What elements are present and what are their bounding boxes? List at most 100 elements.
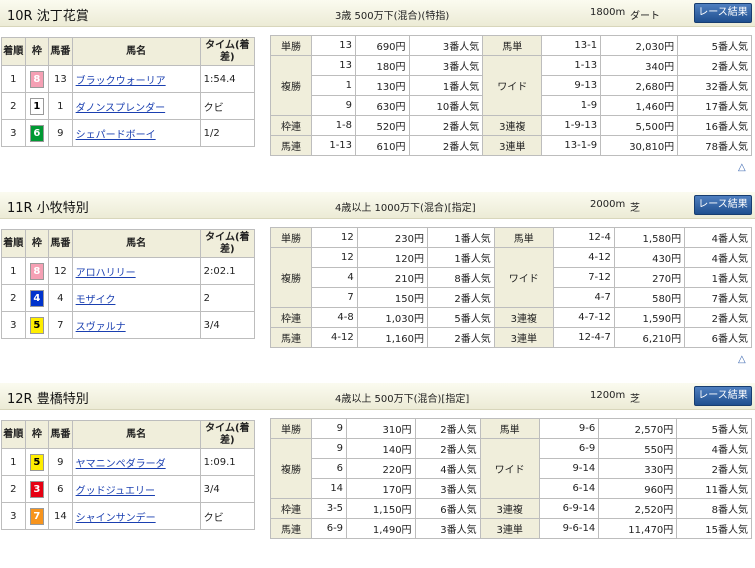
payout-label-sanrentan: 3連単 [479, 518, 540, 539]
bet-combination: 3-5 [310, 498, 348, 519]
bet-combination: 4 [311, 267, 358, 288]
waku-badge: 3 [29, 480, 44, 498]
popularity: 4番人気 [414, 458, 481, 479]
payout-amount: 2,030円 [600, 35, 679, 56]
table-row: 馬連 6-9 1,490円 3番人気 3連単 9-6-14 11,470円 15番人気 [270, 518, 752, 539]
race-section: 11R 小牧特別 4歳以上 1000万下(混合)[指定] 2000m 芝 レース結果 着順… [0, 192, 755, 377]
horse-name-link[interactable]: シェパードボーイ [76, 130, 156, 141]
table-row: 単勝 13 690円 3番人気 馬単 13-1 2,030円 5番人気 [270, 35, 752, 56]
popularity: 2番人気 [414, 418, 481, 439]
payout-amount: 610円 [355, 135, 410, 156]
popularity: 8番人気 [427, 267, 495, 288]
race-title: 12R 豊橋特別 [7, 392, 89, 407]
table-row: 2 1 1 ダノンスプレンダー クビ [1, 92, 256, 120]
finish-header-cell: タイム(着差) [199, 420, 256, 449]
horse-number: 14 [48, 502, 73, 530]
race-result-button[interactable]: レース結果 [694, 3, 752, 23]
race-surface: 芝 [630, 203, 640, 214]
waku-cell: 5 [24, 448, 50, 476]
race-section: 10R 沈丁花賞 3歳 500万下(混合)(特指) 1800m ダート レース結果 着順枠… [0, 0, 755, 185]
horse-name-link[interactable]: モザイク [76, 295, 116, 306]
popularity: 3番人気 [408, 35, 484, 56]
payout-amount: 180円 [355, 55, 410, 76]
race-header: 12R 豊橋特別 4歳以上 500万下(混合)[指定] 1200m 芝 レース結果 [0, 383, 755, 410]
popularity: 8番人気 [676, 498, 752, 519]
race-result-button[interactable]: レース結果 [694, 386, 752, 406]
waku-badge: 4 [29, 289, 44, 307]
payout-label-umaren: 馬連 [270, 327, 312, 348]
finish-position: 1 [1, 65, 26, 93]
race-conditions: 3歳 500万下(混合)(特指) [335, 11, 450, 22]
horse-number: 4 [48, 284, 73, 312]
race-title: 10R 沈丁花賞 [7, 9, 89, 24]
payout-table: 単勝 12 230円 1番人気 馬単 12-4 1,580円 4番人気 複勝 12 120円 1番人気… [270, 227, 752, 348]
waku-cell: 7 [24, 502, 50, 530]
popularity: 7番人気 [684, 287, 752, 308]
table-row: 3 7 14 シャインサンデー クビ [1, 502, 256, 530]
finish-table: 着順枠馬番 馬名 タイム(着差) 1 8 12 アロハリリー 2:02.1 2 4 4 モザイク 2 3 5… [1, 229, 256, 339]
bet-combination: 12 [311, 247, 358, 268]
payout-label-tansho: 単勝 [270, 35, 312, 56]
popularity: 1番人気 [427, 247, 495, 268]
horse-name-link[interactable]: グッドジュエリー [76, 486, 155, 497]
race-distance: 1800m [590, 7, 626, 18]
table-row: 3 5 7 スヴァルナ 3/4 [1, 311, 256, 339]
bet-combination: 7 [311, 287, 358, 308]
table-row: 枠連 3-5 1,150円 6番人気 3連複 6-9-14 2,520円 8番人気 [270, 498, 752, 519]
horse-name-cell: ダノンスプレンダー [71, 92, 201, 120]
popularity: 1番人気 [427, 227, 495, 248]
bet-combination: 4-7-12 [552, 307, 615, 328]
finish-header-cell: タイム(着差) [199, 229, 256, 258]
horse-name-link[interactable]: スヴァルナ [76, 322, 126, 333]
payout-amount: 130円 [355, 75, 410, 96]
popularity: 15番人気 [676, 518, 752, 539]
bet-combination: 13-1 [541, 35, 602, 56]
horse-number: 6 [48, 475, 73, 503]
bet-combination: 6-9 [310, 518, 348, 539]
waku-badge: 8 [29, 262, 44, 280]
table-row: 複勝 13 180円 3番人気 ワイド 1-13 340円 2番人気 [270, 55, 752, 116]
finish-time: クビ [199, 92, 256, 120]
horse-name-link[interactable]: アロハリリー [76, 268, 136, 279]
bet-combination: 6-14 [538, 478, 600, 499]
waku-badge: 5 [29, 316, 44, 334]
payout-amount: 690円 [355, 35, 410, 56]
horse-name-link[interactable]: ブラックウォーリア [76, 76, 166, 87]
horse-name-cell: スヴァルナ [71, 311, 201, 339]
payout-amount: 1,590円 [613, 307, 686, 328]
horse-name-cell: ヤマニンペダラーダ [71, 448, 201, 476]
bet-combination: 1 [310, 75, 357, 96]
up-triangle-icon[interactable]: △ [738, 354, 746, 365]
popularity: 6番人気 [414, 498, 481, 519]
payout-label-wakuren: 枠連 [270, 115, 312, 136]
finish-time: クビ [199, 502, 256, 530]
payout-label-fukusho: 複勝 [270, 438, 312, 499]
popularity: 1番人気 [408, 75, 484, 96]
bet-combination: 1-9-13 [541, 115, 602, 136]
payout-amount: 220円 [346, 458, 416, 479]
horse-name-link[interactable]: ヤマニンペダラーダ [76, 459, 166, 470]
finish-position: 2 [1, 92, 26, 120]
finish-position: 1 [1, 257, 26, 285]
payout-amount: 2,570円 [598, 418, 678, 439]
finish-header-cell: 馬名 [71, 37, 201, 66]
waku-badge: 8 [29, 70, 44, 88]
race-result-button[interactable]: レース結果 [694, 195, 752, 215]
horse-name-link[interactable]: ダノンスプレンダー [76, 103, 166, 114]
bet-combination: 9 [310, 418, 348, 439]
waku-cell: 6 [24, 119, 50, 147]
payout-amount: 550円 [598, 438, 678, 459]
finish-time: 1:09.1 [199, 448, 256, 476]
bet-combination: 6-9-14 [538, 498, 600, 519]
payout-label-tansho: 単勝 [270, 227, 312, 248]
payout-amount: 960円 [598, 478, 678, 499]
popularity: 2番人気 [677, 55, 752, 76]
payout-amount: 1,160円 [356, 327, 429, 348]
payout-amount: 2,520円 [598, 498, 678, 519]
popularity: 5番人気 [676, 418, 752, 439]
up-triangle-icon[interactable]: △ [738, 162, 746, 173]
horse-name-link[interactable]: シャインサンデー [76, 513, 156, 524]
payout-amount: 630円 [355, 95, 410, 116]
payout-amount: 230円 [356, 227, 429, 248]
payout-amount: 2,680円 [600, 75, 679, 96]
